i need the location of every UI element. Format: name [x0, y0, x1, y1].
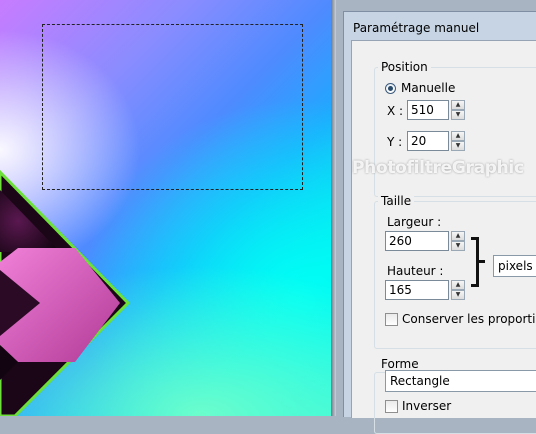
height-input[interactable]: 165	[385, 280, 449, 300]
invert-label: Inverser	[402, 399, 452, 413]
shape-legend: Forme	[378, 357, 422, 371]
shape-select-value: Rectangle	[390, 374, 450, 388]
dialog-title: Paramétrage manuel	[353, 21, 480, 35]
height-spinner[interactable]: ▲ ▼	[451, 280, 465, 300]
y-label: Y :	[387, 135, 403, 149]
width-label: Largeur :	[387, 215, 442, 229]
image-canvas[interactable]	[0, 0, 332, 416]
y-spin-up-icon[interactable]: ▲	[451, 131, 465, 141]
position-legend: Position	[378, 60, 431, 74]
manual-radio[interactable]	[385, 83, 396, 94]
canvas-frame-edge	[331, 0, 336, 416]
y-spin-down-icon[interactable]: ▼	[451, 141, 465, 151]
keep-proportions-label: Conserver les proportions	[402, 312, 536, 326]
x-spinner[interactable]: ▲ ▼	[451, 100, 465, 120]
watermark-text: PhotofiltreGraphic	[352, 158, 524, 178]
keep-proportions-checkbox[interactable]	[385, 313, 398, 326]
invert-checkbox[interactable]	[385, 400, 398, 413]
height-label: Hauteur :	[387, 264, 444, 278]
x-label: X :	[387, 104, 404, 118]
width-spin-down-icon[interactable]: ▼	[451, 241, 465, 251]
height-spin-down-icon[interactable]: ▼	[451, 290, 465, 300]
height-spin-up-icon[interactable]: ▲	[451, 280, 465, 290]
shape-select[interactable]: Rectangle	[385, 370, 536, 392]
link-bracket-tick	[477, 260, 485, 263]
x-spin-down-icon[interactable]: ▼	[451, 110, 465, 120]
y-input[interactable]: 20	[407, 131, 449, 151]
width-spin-up-icon[interactable]: ▲	[451, 231, 465, 241]
width-spinner[interactable]: ▲ ▼	[451, 231, 465, 251]
unit-select-value: pixels	[498, 259, 533, 273]
manual-radio-label: Manuelle	[401, 81, 456, 95]
size-legend: Taille	[378, 194, 415, 208]
unit-select[interactable]: pixels	[493, 255, 536, 277]
selection-marquee[interactable]	[42, 24, 303, 190]
dialog-body: Position Manuelle X : 510 ▲ ▼ Y : 20 ▲ ▼…	[351, 40, 536, 434]
image-canvas-area	[0, 0, 336, 416]
width-input[interactable]: 260	[385, 231, 449, 251]
x-input[interactable]: 510	[407, 100, 449, 120]
x-spin-up-icon[interactable]: ▲	[451, 100, 465, 110]
manual-settings-dialog: Paramétrage manuel Position Manuelle X :…	[343, 11, 536, 434]
y-spinner[interactable]: ▲ ▼	[451, 131, 465, 151]
